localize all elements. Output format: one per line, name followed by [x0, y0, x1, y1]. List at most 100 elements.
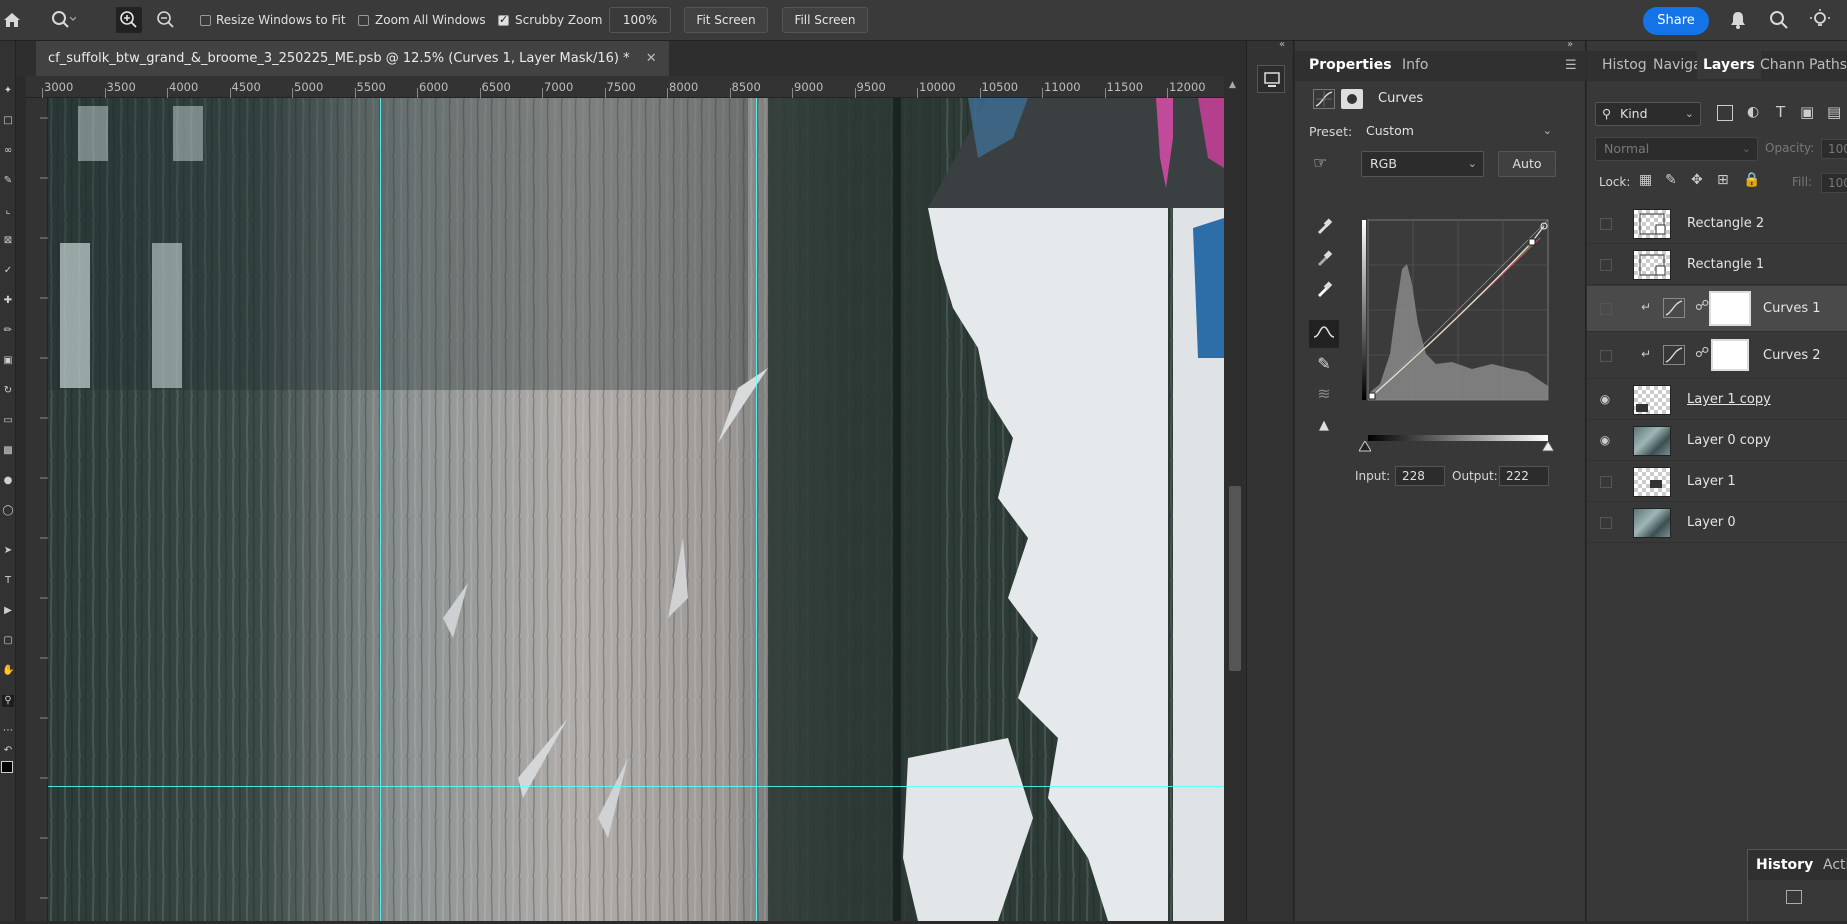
tab-paths[interactable]: Paths — [1809, 57, 1847, 73]
auto-button[interactable]: Auto — [1498, 151, 1556, 177]
channel-dropdown[interactable]: RGB ⌄ — [1361, 151, 1484, 177]
eraser-tool-icon[interactable]: ▭ — [2, 415, 14, 427]
notifications-bell-icon[interactable] — [1728, 10, 1748, 30]
healing-brush-tool-icon[interactable]: ✚ — [2, 295, 14, 307]
layer-row-rectangle-1[interactable]: Rectangle 1 — [1587, 245, 1847, 285]
white-point-slider[interactable] — [1541, 440, 1555, 453]
move-tool-icon[interactable]: ✦ — [2, 85, 14, 97]
search-icon[interactable] — [1769, 10, 1789, 30]
tab-history[interactable]: History — [1756, 857, 1813, 873]
zoom-in-icon[interactable] — [116, 7, 142, 33]
tab-navigator[interactable]: Naviga — [1653, 57, 1702, 73]
zoom-out-icon[interactable] — [153, 7, 179, 33]
shape-tool-icon[interactable]: ▢ — [2, 635, 14, 647]
layer-row-layer-1-copy[interactable]: ◉ Layer 1 copy — [1587, 380, 1847, 420]
document-tab[interactable]: cf_suffolk_btw_grand_&_broome_3_250225_M… — [36, 41, 669, 76]
output-value-field[interactable]: 222 — [1499, 466, 1549, 486]
zoom-percent-field[interactable]: 100% — [609, 7, 671, 33]
path-select-tool-icon[interactable]: ▶ — [2, 605, 14, 617]
scroll-up-icon[interactable]: ▲ — [1229, 80, 1241, 90]
input-value-field[interactable]: 228 — [1395, 466, 1445, 486]
marquee-tool-icon[interactable]: □ — [2, 115, 14, 127]
frame-tool-icon[interactable]: ⊠ — [2, 235, 14, 247]
layer-row-layer-0[interactable]: Layer 0 — [1587, 503, 1847, 543]
visibility-toggle[interactable] — [1600, 218, 1612, 230]
fill-screen-button[interactable]: Fill Screen — [782, 7, 868, 33]
canvas-vertical-scrollbar[interactable]: ▲ — [1224, 76, 1246, 921]
discover-lightbulb-icon[interactable] — [1809, 8, 1831, 30]
foreground-color-swatch[interactable] — [1, 761, 13, 773]
hand-tool-icon[interactable]: ✋ — [2, 665, 14, 677]
draw-curve-pencil-icon[interactable]: ✎ — [1309, 350, 1339, 378]
panel-menu-icon[interactable]: ☰ — [1565, 58, 1577, 73]
layer-mask-icon[interactable] — [1341, 89, 1363, 109]
layer-row-rectangle-2[interactable]: Rectangle 2 — [1587, 204, 1847, 244]
preset-dropdown[interactable]: Custom ⌄ — [1358, 120, 1558, 144]
curve-points-icon[interactable] — [1309, 320, 1339, 348]
blend-mode-dropdown[interactable]: Normal ⌄ — [1595, 137, 1758, 161]
brush-tool-icon[interactable]: ✏ — [2, 325, 14, 337]
tab-properties[interactable]: Properties — [1309, 57, 1392, 73]
share-button[interactable]: Share — [1643, 7, 1709, 35]
visibility-toggle[interactable] — [1600, 259, 1612, 271]
opacity-field[interactable]: 100% — [1821, 139, 1847, 159]
guide-vertical[interactable] — [380, 98, 381, 921]
type-tool-icon[interactable]: T — [2, 575, 14, 587]
layer-row-layer-1[interactable]: Layer 1 — [1587, 462, 1847, 502]
dodge-tool-icon[interactable]: ◯ — [2, 505, 14, 517]
layer-mask-thumbnail[interactable] — [1709, 291, 1751, 326]
history-snapshot-icon[interactable] — [1786, 890, 1802, 904]
zoom-tool-preset-icon[interactable] — [50, 9, 77, 31]
gradient-tool-icon[interactable]: ▩ — [2, 445, 14, 457]
layer-row-layer-0-copy[interactable]: ◉ Layer 0 copy — [1587, 421, 1847, 461]
crop-tool-icon[interactable]: ⌞ — [2, 205, 14, 217]
visibility-toggle[interactable] — [1600, 517, 1612, 529]
filter-type-layers-icon[interactable]: T — [1776, 103, 1785, 121]
collapse-arrows-icon[interactable]: « — [1279, 39, 1285, 50]
layer-row-curves-2[interactable]: ↵ ☍ Curves 2 — [1587, 333, 1847, 379]
layer-name[interactable]: Rectangle 2 — [1687, 216, 1764, 231]
mask-link-icon[interactable]: ☍ — [1695, 298, 1709, 314]
layer-name[interactable]: Curves 2 — [1763, 348, 1821, 363]
layer-name[interactable]: Layer 1 copy — [1687, 392, 1771, 407]
layer-name[interactable]: Layer 0 copy — [1687, 433, 1771, 448]
fill-field[interactable]: 100% — [1821, 173, 1847, 193]
tab-channels[interactable]: Chann — [1760, 57, 1805, 73]
layer-name[interactable]: Rectangle 1 — [1687, 257, 1764, 272]
visibility-toggle[interactable] — [1600, 350, 1612, 362]
lock-position-icon[interactable]: ✥ — [1691, 172, 1703, 188]
filter-shape-layers-icon[interactable]: ▣ — [1800, 103, 1814, 121]
zoom-tool-icon[interactable]: ⚲ — [2, 695, 14, 707]
tab-histogram[interactable]: Histog — [1602, 57, 1647, 73]
document-canvas[interactable] — [48, 98, 1224, 921]
lock-artboard-icon[interactable]: ⊞ — [1717, 172, 1729, 188]
layer-mask-thumbnail[interactable] — [1711, 339, 1749, 371]
zoom-all-windows-checkbox[interactable] — [358, 15, 369, 26]
home-icon[interactable] — [2, 10, 22, 30]
clipping-warning-icon[interactable]: ▲ — [1309, 412, 1339, 440]
lasso-tool-icon[interactable]: ∞ — [2, 145, 14, 157]
curves-adjustment-icon[interactable] — [1313, 89, 1335, 109]
filter-smart-objects-icon[interactable]: ▤ — [1827, 103, 1841, 121]
smooth-curve-icon[interactable]: ≋ — [1309, 380, 1339, 408]
quick-select-tool-icon[interactable]: ✎ — [2, 175, 14, 187]
blur-tool-icon[interactable]: ● — [2, 475, 14, 487]
pen-tool-icon[interactable]: ➤ — [2, 545, 14, 557]
sample-white-point-icon[interactable] — [1309, 279, 1339, 307]
sample-black-point-icon[interactable] — [1309, 216, 1339, 244]
close-tab-icon[interactable]: ✕ — [646, 51, 657, 66]
clone-stamp-tool-icon[interactable]: ▣ — [2, 355, 14, 367]
black-point-slider[interactable] — [1358, 440, 1372, 453]
eye-icon[interactable]: ◉ — [1597, 433, 1613, 447]
swap-colors-icon[interactable]: ↶ — [2, 745, 14, 757]
scroll-thumb[interactable] — [1229, 486, 1241, 671]
lock-transparent-icon[interactable]: ▦ — [1639, 172, 1652, 188]
scrubby-zoom-checkbox[interactable] — [498, 13, 509, 26]
fit-screen-button[interactable]: Fit Screen — [684, 7, 768, 33]
lock-all-icon[interactable]: 🔒 — [1743, 172, 1760, 188]
curves-graph[interactable] — [1362, 214, 1552, 404]
filter-pixel-layers-icon[interactable] — [1717, 105, 1733, 121]
sample-gray-point-icon[interactable] — [1309, 248, 1339, 276]
visibility-toggle[interactable] — [1600, 476, 1612, 488]
tab-layers[interactable]: Layers — [1697, 51, 1761, 79]
